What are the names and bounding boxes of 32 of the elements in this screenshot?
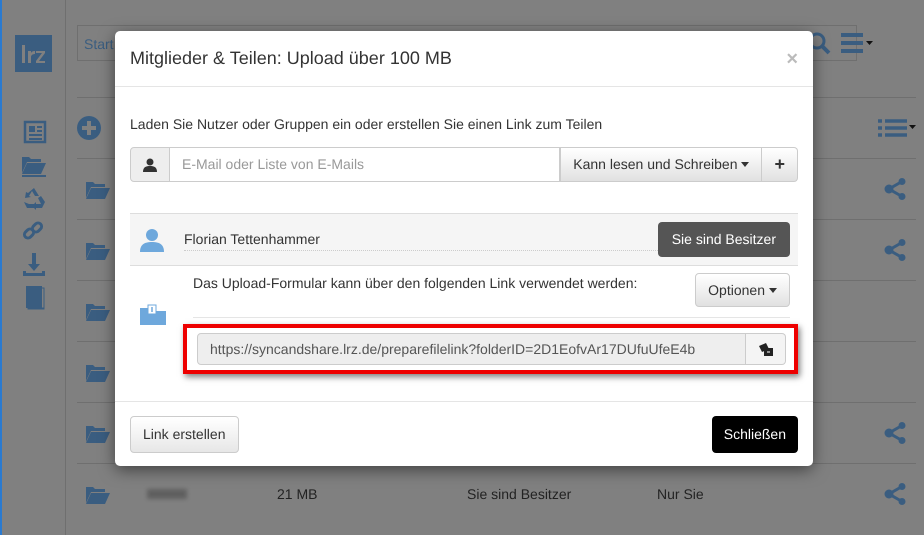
user-avatar-icon <box>140 228 164 252</box>
link-field[interactable]: https://syncandshare.lrz.de/preparefilelink?folderID=2D1EofvAr17DUfuUfeE4b <box>197 333 746 365</box>
share-icon[interactable] <box>884 238 908 262</box>
shared-with: Nur Sie <box>657 486 704 502</box>
email-field[interactable]: E-Mail oder Liste von E-Mails <box>170 147 560 182</box>
redacted-block <box>147 489 187 499</box>
list-view-icon[interactable] <box>878 119 916 137</box>
user-icon <box>143 158 157 172</box>
add-button[interactable]: + <box>762 147 798 182</box>
close-dialog-button[interactable]: Schließen <box>712 416 798 452</box>
download-icon[interactable] <box>20 252 46 278</box>
file-size: 21 MB <box>277 486 318 502</box>
caret-icon <box>769 288 777 292</box>
share-icon[interactable] <box>884 177 908 201</box>
logo-icon <box>15 35 52 72</box>
permission-dropdown[interactable]: Kann lesen und Schreiben <box>560 147 762 182</box>
menu-icon[interactable] <box>841 33 873 53</box>
share-icon[interactable] <box>884 421 908 445</box>
link-description: Das Upload-Formular kann über den folgenden Link verwendet werden: <box>193 274 638 293</box>
options-dropdown[interactable]: Optionen <box>695 273 790 307</box>
intro-text: Laden Sie Nutzer oder Gruppen ein oder erstellen Sie einen Link zum Teilen <box>130 115 604 134</box>
upload-folder-icon <box>140 303 166 325</box>
copy-icon <box>758 342 772 356</box>
create-link-button[interactable]: Link erstellen <box>130 416 238 452</box>
owner-status: Sie sind Besitzer <box>467 486 572 502</box>
caret-icon <box>741 162 750 167</box>
copy-button[interactable] <box>746 333 786 365</box>
add-icon[interactable] <box>77 116 101 140</box>
share-icon[interactable] <box>884 482 908 506</box>
dialog-title: Mitglieder & Teilen: Upload über 100 MB <box>130 48 452 70</box>
owner-button[interactable]: Sie sind Besitzer <box>658 222 790 257</box>
user-name: Florian Tettenhammer <box>184 228 658 250</box>
